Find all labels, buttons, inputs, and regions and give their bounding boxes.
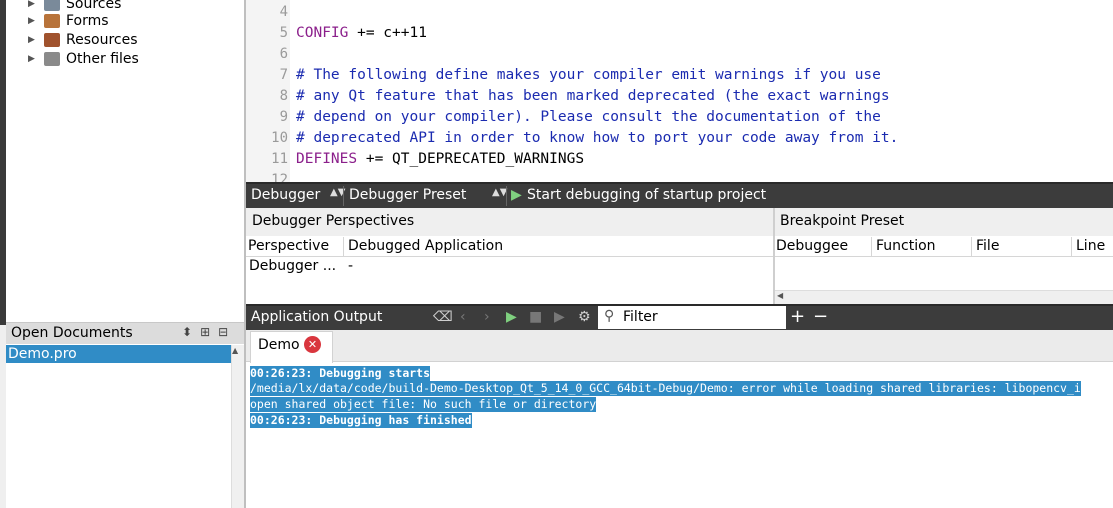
start-debugging-button[interactable]: Start debugging of startup project — [527, 187, 766, 203]
tree-item-forms[interactable]: ▶ Forms — [6, 11, 109, 30]
expand-arrow-icon[interactable]: ▶ — [28, 35, 38, 45]
expand-arrow-icon[interactable]: ▶ — [28, 0, 38, 9]
line-number: 8 — [279, 88, 288, 104]
horizontal-scrollbar[interactable] — [775, 290, 1113, 304]
zoom-in-icon[interactable]: + — [790, 306, 805, 327]
output-tab-bar — [246, 330, 1113, 362]
close-pane-icon[interactable]: ⊟ — [218, 325, 228, 339]
line-number: 6 — [279, 46, 288, 62]
column-header-debuggee[interactable]: Debuggee — [776, 238, 848, 254]
search-icon: ⚲ — [604, 308, 615, 324]
code-line[interactable]: CONFIG += c++11 — [296, 25, 427, 41]
previous-icon[interactable]: ‹ — [460, 309, 466, 325]
code-line[interactable]: DEFINES += QT_DEPRECATED_WARNINGS — [296, 151, 584, 167]
output-line[interactable]: /media/lx/data/code/build-Demo-Desktop_Q… — [250, 381, 1081, 396]
column-separator — [971, 237, 972, 256]
rerun-icon[interactable]: ▶ — [506, 309, 517, 325]
stop-icon[interactable]: ■ — [529, 309, 542, 325]
sources-folder-icon — [44, 0, 60, 11]
tree-item-label: Resources — [66, 31, 138, 48]
tree-item-resources[interactable]: ▶ Resources — [6, 30, 138, 49]
debugger-mode-select[interactable]: Debugger — [251, 187, 320, 203]
output-line[interactable]: 00:26:23: Debugging starts — [250, 366, 431, 381]
line-number: 4 — [279, 4, 288, 20]
column-header-perspective[interactable]: Perspective — [248, 238, 329, 254]
perspective-cell[interactable]: Debugger ... — [249, 258, 336, 274]
line-number: 11 — [271, 151, 288, 167]
line-number: 7 — [279, 67, 288, 83]
scroll-up-icon[interactable]: ▲ — [232, 346, 238, 355]
tree-item-label: Forms — [66, 12, 109, 29]
tree-item-label: Other files — [66, 50, 139, 67]
open-documents-title: Open Documents — [11, 325, 133, 341]
project-tree[interactable]: ▶ Sources ▶ Forms ▶ Resources ▶ Other fi… — [6, 0, 245, 322]
scroll-left-icon[interactable]: ◀ — [777, 291, 783, 300]
tab-label: Demo — [258, 337, 300, 353]
resources-folder-icon — [44, 32, 60, 47]
gear-icon[interactable]: ⚙ — [578, 309, 591, 325]
other-files-folder-icon — [44, 51, 60, 66]
split-icon[interactable]: ⊞ — [200, 325, 210, 339]
close-tab-icon[interactable]: ✕ — [304, 336, 321, 353]
code-comment[interactable]: # deprecated API in order to know how to… — [296, 130, 898, 146]
filter-placeholder: Filter — [623, 309, 658, 325]
output-line[interactable]: 00:26:23: Debugging has finished — [250, 413, 472, 428]
column-separator — [1071, 237, 1072, 256]
toolbar-separator — [506, 186, 507, 206]
code-text: += QT_DEPRECATED_WARNINGS — [357, 151, 585, 167]
line-number: 12 — [271, 172, 288, 182]
next-icon[interactable]: › — [484, 309, 490, 325]
column-separator — [871, 237, 872, 256]
perspectives-title: Debugger Perspectives — [252, 213, 415, 229]
expand-arrow-icon[interactable]: ▶ — [28, 16, 38, 26]
open-documents-list — [6, 344, 245, 508]
clear-output-icon[interactable]: ⌫ — [433, 309, 453, 325]
debugged-application-cell[interactable]: - — [348, 258, 353, 274]
code-text: += c++11 — [348, 25, 427, 41]
column-separator — [343, 237, 344, 256]
column-header-file[interactable]: File — [976, 238, 999, 254]
sort-spin-icon[interactable]: ⬍ — [182, 325, 192, 339]
application-output-title: Application Output — [251, 309, 383, 325]
start-debug-icon[interactable]: ▶ — [511, 187, 522, 203]
attach-debugger-icon[interactable]: ▶ — [554, 309, 565, 325]
forms-folder-icon — [44, 13, 60, 28]
column-header-debugged-application[interactable]: Debugged Application — [348, 238, 503, 254]
zoom-out-icon[interactable]: − — [813, 306, 828, 327]
toolbar-separator — [343, 186, 344, 206]
expand-arrow-icon[interactable]: ▶ — [28, 54, 38, 64]
column-header-line[interactable]: Line — [1076, 238, 1105, 254]
line-number: 5 — [279, 25, 288, 41]
tree-item-label: Sources — [66, 0, 122, 12]
open-documents-controls: ⬍ ⊞ ⊟ — [182, 325, 228, 339]
open-documents-scrollbar[interactable] — [231, 345, 245, 508]
open-document-item[interactable]: Demo.pro — [6, 345, 231, 363]
breakpoint-preset-title: Breakpoint Preset — [780, 213, 905, 229]
code-comment[interactable]: # any Qt feature that has been marked de… — [296, 88, 890, 104]
line-number: 10 — [271, 130, 288, 146]
code-comment[interactable]: # depend on your compiler). Please consu… — [296, 109, 881, 125]
line-number: 9 — [279, 109, 288, 125]
code-keyword: DEFINES — [296, 151, 358, 167]
code-comment[interactable]: # The following define makes your compil… — [296, 67, 881, 83]
tree-item-other-files[interactable]: ▶ Other files — [6, 49, 139, 68]
code-keyword: CONFIG — [296, 25, 349, 41]
column-header-function[interactable]: Function — [876, 238, 936, 254]
debugger-preset-select[interactable]: Debugger Preset — [349, 187, 466, 203]
output-line[interactable]: open shared object file: No such file or… — [250, 397, 597, 412]
